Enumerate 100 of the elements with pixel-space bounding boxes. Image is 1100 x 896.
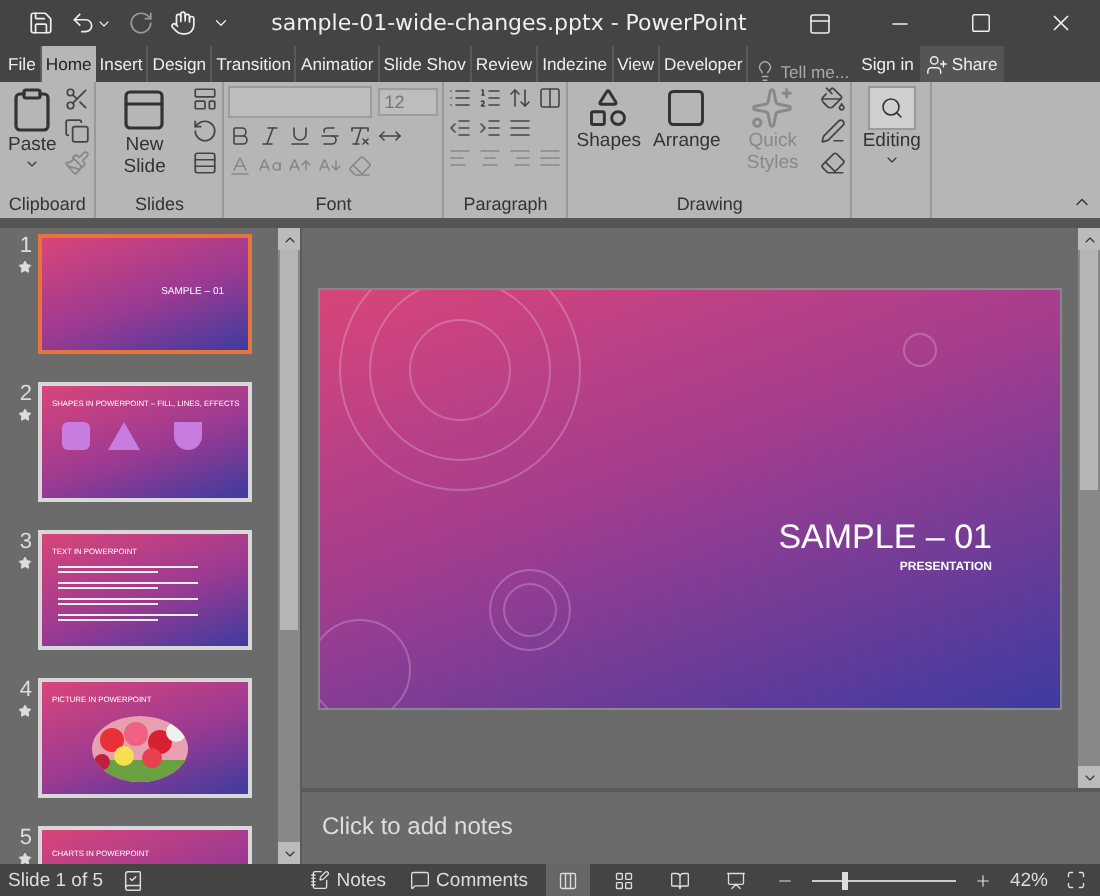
caret-icon (24, 156, 41, 172)
maximize-icon (969, 12, 991, 34)
save-icon (28, 10, 54, 36)
scrollbar[interactable] (278, 228, 300, 864)
increase-indent-icon (478, 116, 503, 140)
justify-icon (538, 146, 563, 170)
italic-icon (258, 124, 283, 148)
zoom-thumb[interactable] (841, 871, 848, 889)
line-spacing-button[interactable] (508, 86, 533, 110)
comment-icon (410, 870, 431, 890)
book-check-icon (121, 869, 144, 891)
star-icon (18, 408, 32, 422)
section-button[interactable] (192, 150, 219, 176)
undo-icon (70, 10, 96, 36)
bold-button[interactable] (228, 124, 253, 148)
slide-number: 2 (19, 382, 32, 406)
presentation-icon (725, 869, 746, 891)
slide-icon (120, 86, 169, 134)
paste-button[interactable]: Paste (4, 86, 61, 172)
text-direction-icon (508, 116, 533, 140)
star-icon (18, 260, 32, 274)
paintbrush-icon (64, 150, 91, 176)
clear-formatting-icon (348, 154, 373, 178)
caret-icon (883, 152, 900, 168)
ribbon-tab[interactable]: Home (41, 46, 96, 82)
group-label: Drawing (674, 192, 745, 218)
notes-icon (310, 870, 331, 890)
star-icon (18, 556, 32, 570)
comments-button[interactable]: Comments (404, 869, 534, 891)
strikethrough-button[interactable] (318, 124, 343, 148)
search-icon (879, 96, 904, 120)
scrollbar[interactable] (1078, 228, 1100, 788)
star-icon (18, 852, 32, 864)
italic-button[interactable] (258, 124, 283, 148)
paint-bucket-icon (820, 86, 847, 112)
underline-icon (288, 124, 313, 148)
columns-icon (538, 86, 563, 110)
notes-field[interactable]: Click to add notes (318, 810, 926, 842)
reset-button[interactable] (192, 118, 219, 144)
plus-icon (973, 871, 992, 889)
slide-title: SAMPLE – 01 (778, 518, 992, 558)
star-icon (18, 704, 32, 718)
shape-outline-button[interactable] (820, 118, 847, 144)
layout-button[interactable] (192, 86, 219, 112)
editing-button[interactable]: Editing (856, 86, 927, 168)
slide-number: 1 (19, 234, 32, 258)
new-slide-button[interactable]: New Slide (100, 86, 189, 178)
sparkle-icon (750, 86, 795, 130)
align-center-icon (478, 146, 503, 170)
squares-icon (664, 86, 709, 130)
ribbon-icon (808, 11, 832, 35)
slide-number: 5 (19, 826, 32, 850)
tell-me-search[interactable]: Tell me... (748, 60, 856, 82)
shape-fill-button[interactable] (820, 86, 847, 112)
group-label: Paragraph (461, 192, 550, 218)
group-label: Slides (133, 192, 187, 218)
drawing-button[interactable]: Arrange (649, 86, 725, 152)
pen-icon (820, 118, 847, 144)
group-label: Font (313, 192, 354, 218)
drawing-button[interactable]: Shapes (572, 86, 646, 152)
hand-icon (170, 10, 196, 36)
font-name-field[interactable] (228, 86, 373, 118)
columns-button[interactable] (538, 86, 563, 110)
reset-icon (192, 118, 219, 144)
grid-icon (613, 869, 634, 891)
redo-icon (128, 10, 154, 36)
notes-button[interactable]: Notes (304, 869, 393, 891)
group-label: Clipboard (6, 192, 88, 218)
triangle-icon (108, 422, 140, 450)
slide-number: 3 (19, 530, 32, 554)
zoom-level: 42% (1009, 869, 1048, 891)
decrease-indent-icon (448, 116, 473, 140)
shapes-icon (586, 86, 631, 130)
share-button[interactable]: Share (919, 46, 1004, 82)
view-button[interactable] (545, 864, 590, 896)
section-icon (192, 150, 219, 176)
decrease-indent-button[interactable] (448, 116, 473, 140)
slide-number: 4 (19, 678, 32, 702)
copy-icon (64, 118, 91, 144)
align-left-icon (448, 146, 473, 170)
text-direction-button[interactable] (508, 116, 533, 140)
rounded-square-icon (62, 422, 90, 450)
increase-indent-button[interactable] (478, 116, 503, 140)
underline-button[interactable] (288, 124, 313, 148)
fit-icon (1066, 870, 1086, 890)
slide-counter: Slide 1 of 5 (8, 869, 104, 891)
person-icon (925, 53, 948, 75)
cut-icon (64, 86, 91, 112)
font-color-button[interactable] (228, 154, 253, 178)
font-color-icon (228, 154, 253, 178)
sign-in-link[interactable]: Sign in (855, 46, 920, 82)
layout-icon (192, 86, 219, 112)
line-spacing-icon (508, 86, 533, 110)
bold-icon (228, 124, 253, 148)
numbering-button[interactable] (478, 86, 503, 110)
align-right-icon (508, 146, 533, 170)
copy-button[interactable] (64, 118, 91, 144)
cut-button[interactable] (64, 86, 91, 112)
numbering-icon (478, 86, 503, 110)
book-icon (669, 869, 690, 891)
